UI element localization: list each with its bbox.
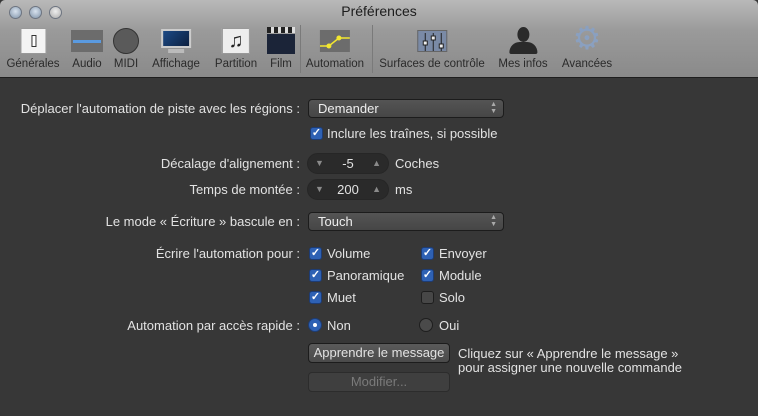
popup-arrows-icon: ▲ ▼ [490,214,497,228]
tab-surfaces-de-controle[interactable]: Surfaces de contrôle [379,25,485,70]
envoyer-checkbox[interactable]: ✓ [421,247,434,260]
tab-affichage[interactable]: Affichage [152,25,200,70]
volume-checkbox[interactable]: ✓ [309,247,322,260]
control-surface-faders-icon [416,25,448,55]
write-mode-label: Le mode « Écriture » bascule en : [105,214,300,229]
muet-checkbox[interactable]: ✓ [309,291,322,304]
tab-mes-infos[interactable]: Mes infos [498,25,548,70]
move-automation-label: Déplacer l'automation de piste avec les … [20,101,300,116]
solo-label: Solo [439,290,466,305]
alignment-offset-stepper[interactable]: ▼ -5 ▲ [307,153,389,174]
muet-label: Muet [327,290,356,305]
window-title: Préférences [341,3,417,19]
gear-icon: ⚙ [572,20,602,56]
write-automation-label: Écrire l'automation pour : [155,246,300,261]
solo-checkbox[interactable] [421,291,434,304]
display-monitor-icon [160,25,192,55]
alignment-offset-label: Décalage d'alignement : [160,156,300,171]
panoramique-checkbox[interactable]: ✓ [309,269,322,282]
quick-access-oui-radio[interactable] [419,318,433,332]
decrement-icon[interactable]: ▼ [315,154,324,173]
include-tails-label: Inclure les traînes, si possible [327,126,498,141]
oui-label: Oui [439,318,460,333]
score-notes-icon: ♫ [220,25,252,55]
module-label: Module [439,268,482,283]
tab-midi[interactable]: MIDI [110,25,142,70]
general-switch-icon [17,25,49,55]
help-text-line2: pour assigner une nouvelle commande [458,360,683,375]
write-mode-popup[interactable]: Touch ▲ ▼ [308,212,504,231]
tab-film[interactable]: Film [265,25,297,70]
user-silhouette-icon [507,25,539,55]
automation-curve-icon [319,25,351,55]
popup-value: Touch [318,214,353,229]
move-automation-popup[interactable]: Demander ▲ ▼ [308,99,504,118]
toolbar-separator [372,25,373,73]
help-text-line1: Cliquez sur « Apprendre le message » [458,346,679,361]
alignment-offset-unit: Coches [395,156,440,171]
increment-icon[interactable]: ▲ [372,154,381,173]
toolbar-separator [300,25,301,73]
non-label: Non [327,318,351,333]
include-tails-checkbox[interactable]: ✓ [310,127,323,140]
midi-connector-icon [110,25,142,55]
quick-access-label: Automation par accès rapide : [127,318,300,333]
ramp-time-unit: ms [395,182,413,197]
tab-automation[interactable]: Automation [306,25,364,70]
edit-button[interactable]: Modifier... [308,372,450,392]
quick-access-non-radio[interactable] [308,318,322,332]
tab-partition[interactable]: ♫ Partition [215,25,257,70]
tab-audio[interactable]: Audio [71,25,103,70]
tab-generales[interactable]: Générales [6,25,60,70]
tab-avancees[interactable]: ⚙ Avancées [562,20,612,70]
movie-clapper-icon [265,25,297,55]
audio-waveform-icon [71,25,103,55]
module-checkbox[interactable]: ✓ [421,269,434,282]
decrement-icon[interactable]: ▼ [315,180,324,199]
ramp-time-stepper[interactable]: ▼ 200 ▲ [307,179,389,200]
learn-message-button[interactable]: Apprendre le message [308,343,450,363]
increment-icon[interactable]: ▲ [372,180,381,199]
popup-value: Demander [318,101,379,116]
volume-label: Volume [327,246,371,261]
toolbar: Préférences Générales Audio MIDI Afficha… [0,0,758,78]
envoyer-label: Envoyer [439,246,487,261]
popup-arrows-icon: ▲ ▼ [490,101,497,115]
ramp-time-label: Temps de montée : [189,182,300,197]
preferences-window: Préférences Générales Audio MIDI Afficha… [0,0,758,416]
panoramique-label: Panoramique [327,268,405,283]
